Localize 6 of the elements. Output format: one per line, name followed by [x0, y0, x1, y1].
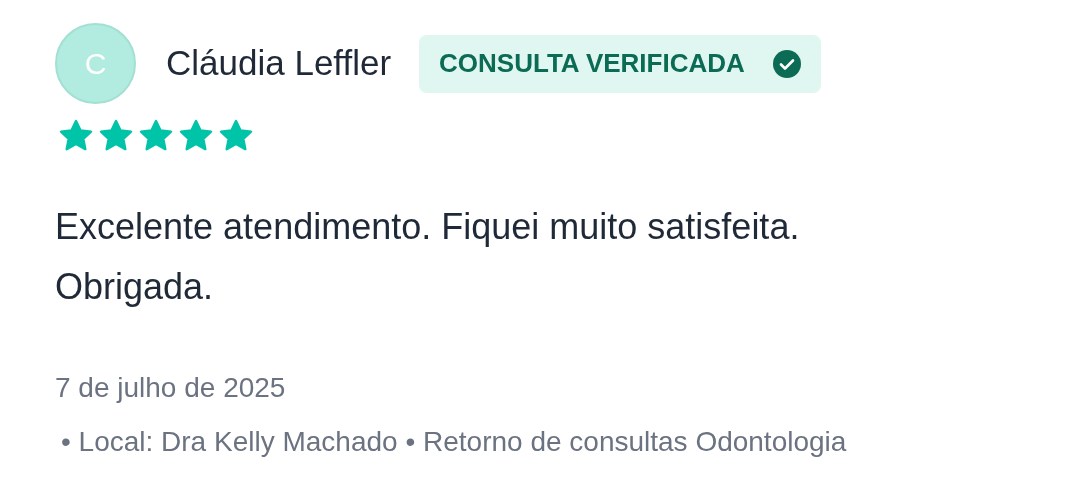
review-date: 7 de julho de 2025: [55, 371, 287, 405]
avatar: C: [55, 23, 136, 104]
review-text: Excelente atendimento. Fiquei muito satisfeita. Obrigada.: [55, 205, 801, 309]
author-name: Cláudia Leffler: [166, 42, 392, 85]
review-details: • Local: Dra Kelly Machado • Retorno de consultas Odontologia: [61, 425, 848, 459]
badge-label: CONSULTA VERIFICADA: [439, 47, 745, 80]
